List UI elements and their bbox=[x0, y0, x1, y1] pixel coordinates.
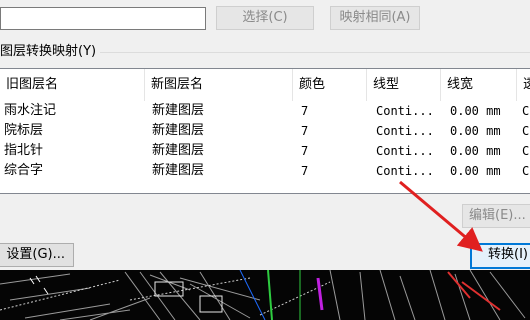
cell-color: 7 bbox=[301, 124, 309, 138]
list-header: 旧图层名 新图层名 颜色 线型 线宽 透 bbox=[0, 69, 530, 101]
cell-new-layer: 新建图层 bbox=[152, 163, 205, 178]
cell-color: 7 bbox=[301, 164, 309, 178]
table-row[interactable]: 指北针 新建图层 7 Conti... 0.00 mm C bbox=[0, 141, 530, 161]
column-header-lineweight[interactable]: 线宽 bbox=[441, 69, 517, 101]
annotation-arrow bbox=[399, 180, 483, 252]
cell-extra: C bbox=[522, 104, 530, 118]
cell-lineweight: 0.00 mm bbox=[450, 144, 501, 158]
column-header-linetype[interactable]: 线型 bbox=[367, 69, 441, 101]
column-header-old-layer[interactable]: 旧图层名 bbox=[0, 69, 145, 101]
map-same-button[interactable]: 映射相同(A) bbox=[330, 6, 420, 30]
cell-linetype: Conti... bbox=[376, 124, 434, 138]
cell-lineweight: 0.00 mm bbox=[450, 124, 501, 138]
cell-new-layer: 新建图层 bbox=[152, 143, 205, 158]
cell-old-layer: 指北针 bbox=[4, 143, 44, 158]
column-header-transparency[interactable]: 透 bbox=[517, 69, 530, 101]
column-header-color[interactable]: 颜色 bbox=[293, 69, 367, 101]
table-row[interactable]: 院标层 新建图层 7 Conti... 0.00 mm C bbox=[0, 121, 530, 141]
cell-old-layer: 院标层 bbox=[4, 123, 44, 138]
select-button[interactable]: 选择(C) bbox=[216, 6, 314, 30]
column-header-new-layer[interactable]: 新图层名 bbox=[145, 69, 293, 101]
cell-new-layer: 新建图层 bbox=[152, 103, 205, 118]
cad-drawing-graphics bbox=[0, 270, 526, 320]
cell-linetype: Conti... bbox=[376, 144, 434, 158]
cell-extra: C bbox=[522, 124, 530, 138]
layer-mapping-title: 图层转换映射(Y) bbox=[0, 42, 101, 62]
cad-drawing-area[interactable] bbox=[0, 270, 530, 320]
cell-extra: C bbox=[522, 144, 530, 158]
cell-lineweight: 0.00 mm bbox=[450, 104, 501, 118]
table-row[interactable]: 雨水注记 新建图层 7 Conti... 0.00 mm C bbox=[0, 101, 530, 121]
cell-extra: C bbox=[522, 164, 530, 178]
cell-old-layer: 综合字 bbox=[4, 163, 44, 178]
new-layer-name-field[interactable] bbox=[0, 7, 206, 30]
cell-color: 7 bbox=[301, 104, 309, 118]
cell-linetype: Conti... bbox=[376, 104, 434, 118]
cell-color: 7 bbox=[301, 144, 309, 158]
cell-new-layer: 新建图层 bbox=[152, 123, 205, 138]
settings-button[interactable]: 设置(G)... bbox=[0, 243, 74, 267]
cell-old-layer: 雨水注记 bbox=[4, 103, 57, 118]
